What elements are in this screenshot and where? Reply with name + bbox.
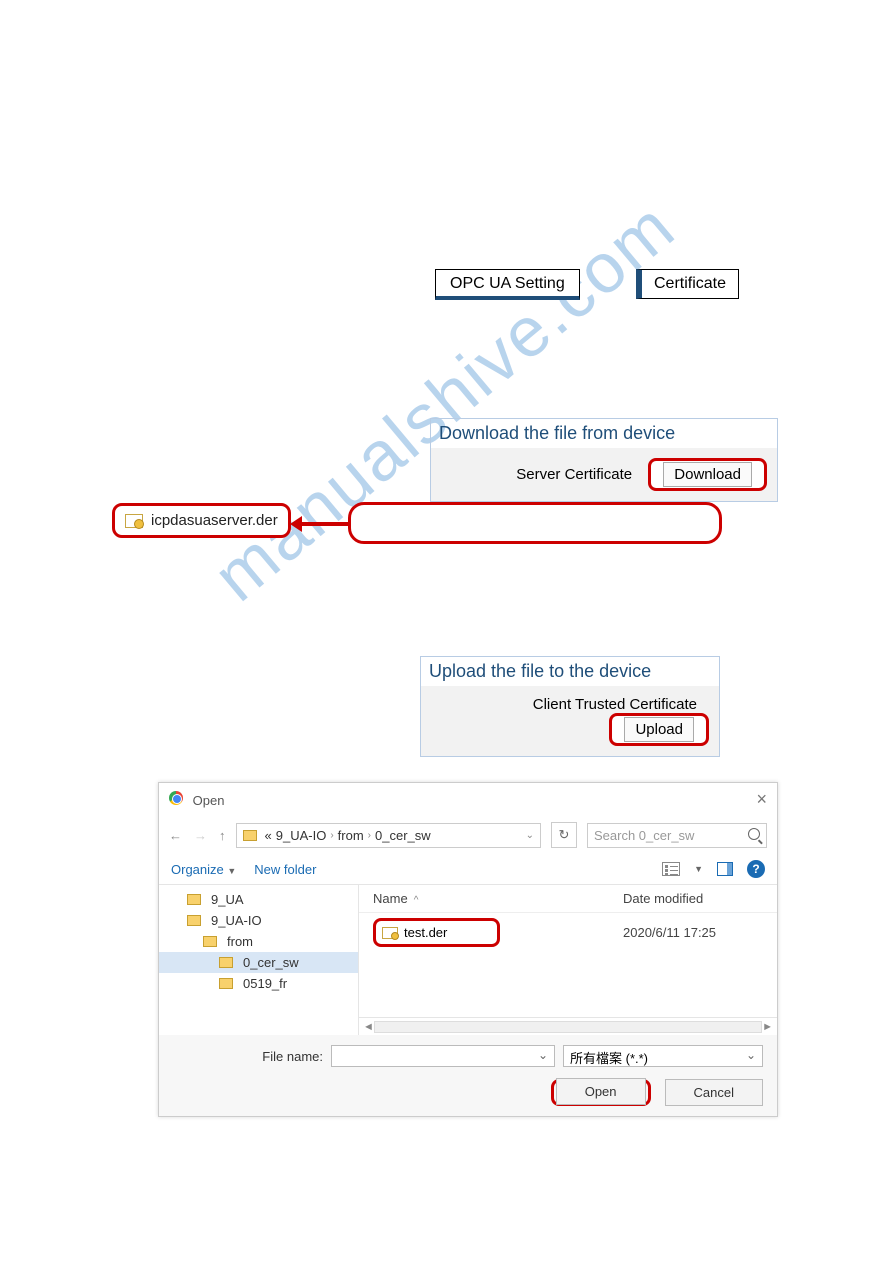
cancel-button[interactable]: Cancel (665, 1079, 763, 1106)
folder-tree: 9_UA 9_UA-IO from 0_cer_sw 0519_fr (159, 885, 359, 1035)
folder-icon (219, 978, 233, 989)
file-name-label: File name: (173, 1049, 323, 1064)
upload-button-highlight: Upload (609, 713, 709, 746)
nav-back-icon[interactable]: ← (169, 828, 182, 843)
search-icon (748, 828, 760, 840)
folder-icon (203, 936, 217, 947)
path-part-2[interactable]: 0_cer_sw (375, 828, 431, 843)
file-type-select[interactable]: 所有檔案 (*.*) (563, 1045, 763, 1067)
close-icon[interactable]: × (756, 789, 767, 810)
horizontal-scrollbar[interactable]: ◄ ► (359, 1017, 777, 1035)
arrow-icon (300, 522, 350, 526)
file-highlight: test.der (373, 918, 500, 947)
download-panel: Download the file from device Server Cer… (430, 418, 778, 502)
chevron-right-icon: › (368, 830, 371, 841)
tree-item[interactable]: 9_UA-IO (159, 910, 358, 931)
path-part-0[interactable]: 9_UA-IO (276, 828, 327, 843)
sort-icon: ^ (414, 895, 419, 906)
upload-button[interactable]: Upload (624, 717, 694, 742)
folder-icon (187, 894, 201, 905)
scroll-right-icon[interactable]: ► (762, 1021, 773, 1033)
tree-item-label: 0_cer_sw (243, 955, 299, 970)
view-options-icon[interactable] (662, 862, 680, 876)
help-icon[interactable]: ? (747, 860, 765, 878)
column-header-date[interactable]: Date modified (623, 891, 763, 906)
chevron-right-icon: › (330, 830, 333, 841)
file-name-input[interactable] (331, 1045, 555, 1067)
new-folder-button[interactable]: New folder (254, 862, 316, 877)
file-open-dialog: Open × ← → ↑ « 9_UA-IO › from › 0_cer_sw… (158, 782, 778, 1117)
tree-item[interactable]: from (159, 931, 358, 952)
tree-item-selected[interactable]: 0_cer_sw (159, 952, 358, 973)
search-placeholder: Search 0_cer_sw (594, 828, 694, 843)
server-certificate-label: Server Certificate (516, 466, 632, 483)
certificate-file-icon (382, 927, 398, 939)
file-row[interactable]: test.der 2020/6/11 17:25 (359, 913, 777, 952)
client-trusted-certificate-label: Client Trusted Certificate (533, 696, 697, 713)
dialog-title-text: Open (193, 793, 225, 808)
tree-item-label: 9_UA-IO (211, 913, 262, 928)
path-prefix: « (265, 828, 272, 843)
tree-item[interactable]: 0519_fr (159, 973, 358, 994)
watermark-text: manualshive.com (198, 298, 762, 862)
organize-menu[interactable]: Organize ▼ (171, 862, 236, 877)
download-destination-box (348, 502, 722, 544)
downloaded-file-chip[interactable]: icpdasuaserver.der (112, 503, 291, 538)
dialog-title: Open (169, 791, 224, 808)
tree-item-label: 9_UA (211, 892, 244, 907)
upload-panel-title: Upload the file to the device (421, 657, 719, 686)
certificate-button[interactable]: Certificate (636, 269, 739, 299)
search-input[interactable]: Search 0_cer_sw (587, 823, 767, 848)
path-part-1[interactable]: from (338, 828, 364, 843)
scroll-left-icon[interactable]: ◄ (363, 1021, 374, 1033)
nav-forward-icon[interactable]: → (194, 828, 207, 843)
downloaded-file-name: icpdasuaserver.der (151, 512, 278, 529)
folder-icon (187, 915, 201, 926)
download-button-highlight: Download (648, 458, 767, 491)
file-list-pane: Name^ Date modified test.der 2020/6/11 1… (359, 885, 777, 1035)
open-button[interactable]: Open (556, 1078, 646, 1105)
tree-item[interactable]: 9_UA (159, 889, 358, 910)
certificate-file-icon (125, 514, 143, 528)
folder-icon (243, 830, 257, 841)
download-button[interactable]: Download (663, 462, 752, 487)
file-name: test.der (404, 925, 447, 940)
preview-pane-icon[interactable] (717, 862, 733, 876)
open-button-highlight: Open (551, 1079, 651, 1106)
column-header-name[interactable]: Name^ (373, 891, 623, 906)
tree-item-label: from (227, 934, 253, 949)
breadcrumb-path[interactable]: « 9_UA-IO › from › 0_cer_sw ⌄ (236, 823, 542, 848)
folder-icon (219, 957, 233, 968)
upload-panel: Upload the file to the device Client Tru… (420, 656, 720, 757)
tree-item-label: 0519_fr (243, 976, 287, 991)
refresh-icon[interactable]: ↻ (551, 822, 577, 848)
nav-up-icon[interactable]: ↑ (219, 828, 226, 843)
download-panel-title: Download the file from device (431, 419, 777, 448)
opc-ua-setting-button[interactable]: OPC UA Setting (435, 269, 580, 300)
view-dropdown-icon[interactable]: ▼ (694, 864, 703, 874)
chevron-down-icon[interactable]: ⌄ (526, 830, 534, 841)
file-date: 2020/6/11 17:25 (623, 925, 763, 940)
chrome-icon (169, 791, 183, 805)
